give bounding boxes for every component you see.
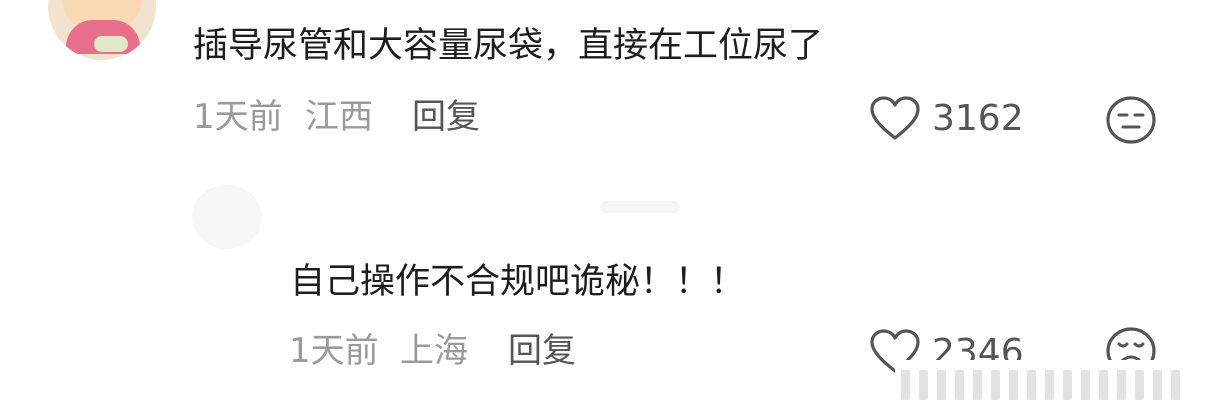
comment-location: 江西 <box>305 97 373 137</box>
watermark-strip <box>895 360 1206 409</box>
reply-username-placeholder <box>600 201 680 213</box>
avatar[interactable] <box>48 0 156 60</box>
like-count: 3162 <box>932 98 1024 139</box>
expressionless-face-icon[interactable] <box>1105 95 1157 145</box>
reply-location: 上海 <box>400 331 468 371</box>
comment-time: 1天前 <box>193 97 283 137</box>
comment-text: 插导尿管和大容量尿袋，直接在工位尿了 <box>193 26 824 66</box>
avatar-food <box>94 36 128 52</box>
reply-time: 1天前 <box>289 331 379 371</box>
reply-reply-button[interactable]: 回复 <box>508 331 576 371</box>
heart-outline-icon[interactable] <box>869 96 921 142</box>
reply-avatar[interactable] <box>192 185 262 249</box>
reply-comment-text: 自己操作不合规吧诡秘！！！ <box>290 262 746 302</box>
reply-button[interactable]: 回复 <box>412 97 480 137</box>
